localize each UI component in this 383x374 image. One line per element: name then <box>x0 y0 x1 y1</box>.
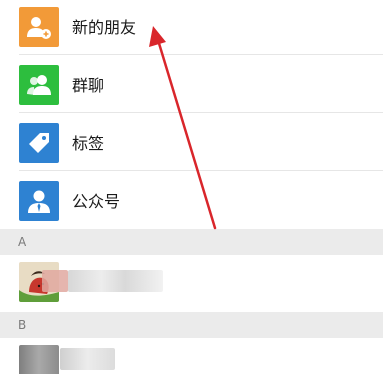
arrow-shaft <box>156 38 217 230</box>
arrow-head <box>149 26 166 47</box>
red-arrow-annotation <box>149 26 217 230</box>
